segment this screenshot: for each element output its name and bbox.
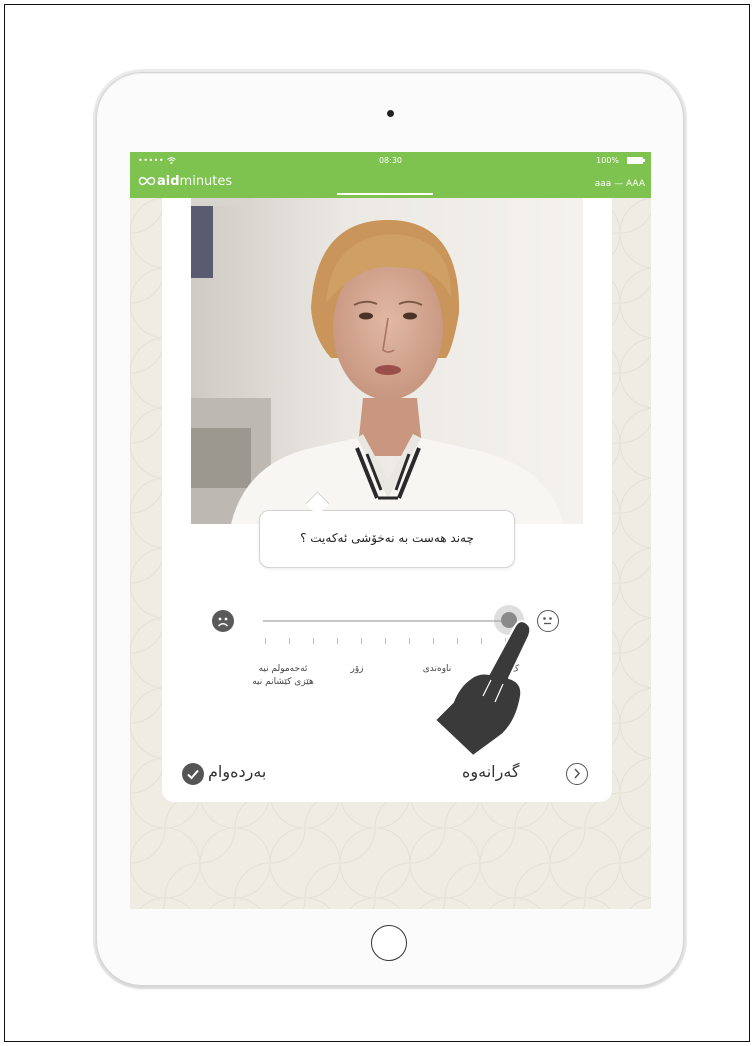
back-button[interactable]: گەرانەوە bbox=[462, 759, 597, 789]
continue-label: بەردەوام bbox=[208, 762, 267, 781]
slider-tick bbox=[337, 638, 338, 644]
question-card: چەند هەست بە نەخۆشی ئەکەیت ؟ ئەحەمولم نی… bbox=[162, 198, 612, 802]
sad-face-icon bbox=[212, 610, 234, 632]
question-text: چەند هەست بە نەخۆشی ئەکەیت ؟ bbox=[300, 531, 474, 545]
slider-tick bbox=[313, 638, 314, 644]
pointing-hand-icon bbox=[434, 620, 532, 756]
clock: 08:30 bbox=[378, 156, 403, 165]
user-label[interactable]: aaa — AAA bbox=[595, 179, 645, 189]
infinity-logo-icon bbox=[138, 176, 156, 186]
doctor-video[interactable] bbox=[191, 198, 583, 524]
app-header: ••••• 08:30 100% aidminutes aaa — AAA bbox=[130, 152, 651, 198]
slider-tick bbox=[409, 638, 410, 644]
camera-dot bbox=[387, 110, 394, 117]
neutral-face-icon bbox=[537, 610, 559, 632]
chevron-right-icon bbox=[566, 763, 588, 785]
slider-tick bbox=[385, 638, 386, 644]
continue-button[interactable]: بەردەوام bbox=[182, 759, 312, 789]
slider-tick bbox=[289, 638, 290, 644]
slider-tick bbox=[361, 638, 362, 644]
brand-bold: aid bbox=[157, 174, 180, 189]
scale-label-1: ئەحەمولم نیە هێزی کێشانم نیە bbox=[248, 664, 318, 687]
scale-label-1-line2: هێزی کێشانم نیە bbox=[252, 677, 314, 687]
home-button[interactable] bbox=[371, 925, 407, 961]
scale-label-1-line1: ئەحەمولم نیە bbox=[258, 664, 308, 674]
active-tab-indicator bbox=[337, 193, 433, 195]
question-bubble: چەند هەست بە نەخۆشی ئەکەیت ؟ bbox=[259, 510, 515, 568]
app-screen: ••••• 08:30 100% aidminutes aaa — AAA چە… bbox=[130, 152, 651, 909]
battery-percent: 100% bbox=[596, 156, 619, 165]
back-label: گەرانەوە bbox=[462, 762, 520, 781]
brand-light: minutes bbox=[179, 174, 233, 189]
brand-name: aidminutes bbox=[157, 174, 232, 189]
battery-icon bbox=[627, 157, 645, 164]
slider-tick bbox=[265, 638, 266, 644]
check-icon bbox=[182, 763, 204, 785]
status-bar: ••••• 08:30 100% bbox=[130, 152, 651, 170]
scale-label-2: زۆر bbox=[350, 664, 364, 674]
